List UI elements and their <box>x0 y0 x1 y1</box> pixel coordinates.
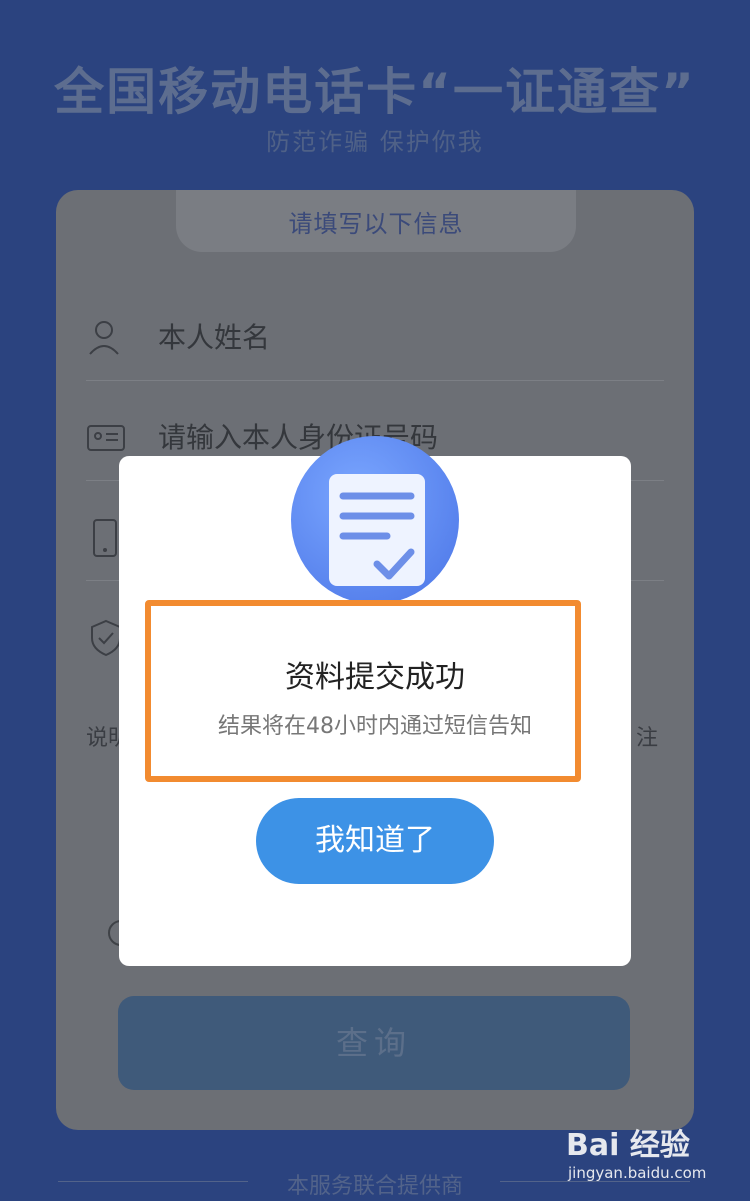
name-field[interactable]: 本人姓名 <box>86 290 664 381</box>
id-card-icon <box>86 418 126 458</box>
form-tab-label: 请填写以下信息 <box>288 210 464 238</box>
page-subtitle: 防范诈骗 保护你我 <box>266 128 484 156</box>
page-title: 全国移动电话卡“一证通查” <box>54 63 696 121</box>
person-icon <box>86 318 126 358</box>
document-check-icon <box>291 436 459 604</box>
watermark-brand: Bai 经验 <box>566 1128 690 1163</box>
query-button[interactable]: 查询 <box>118 996 630 1090</box>
form-tab: 请填写以下信息 <box>176 190 576 252</box>
annotation-highlight-box <box>145 600 581 782</box>
confirm-button[interactable]: 我知道了 <box>256 798 494 884</box>
note-trailing-text: 注 <box>635 726 658 751</box>
baidu-jingyan-watermark: Bai 经验 jingyan.baidu.com <box>566 1120 716 1184</box>
watermark-url: jingyan.baidu.com <box>568 1164 707 1182</box>
name-field-placeholder: 本人姓名 <box>158 321 271 354</box>
